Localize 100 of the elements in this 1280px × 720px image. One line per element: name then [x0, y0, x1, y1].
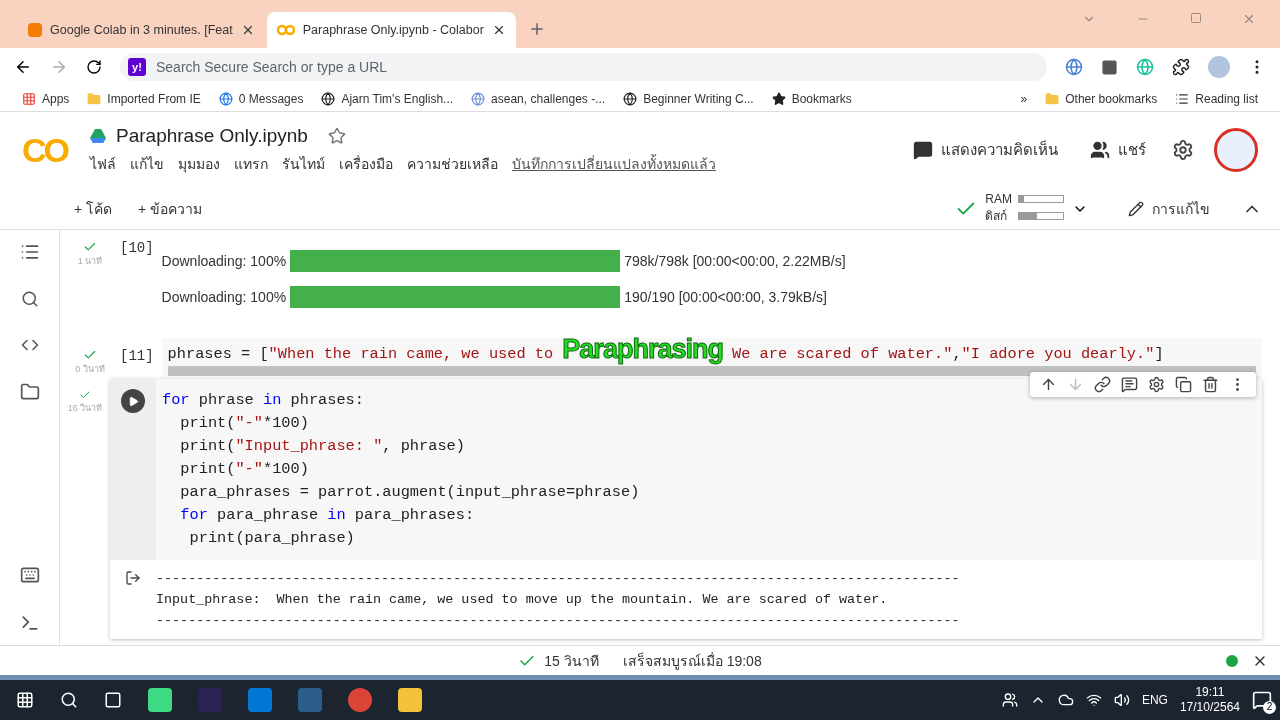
code-token: *100)	[263, 414, 309, 432]
bookmark-link[interactable]: Ajarn Tim's English...	[321, 91, 454, 106]
code-token: "-"	[235, 414, 263, 432]
globe-icon	[471, 91, 486, 106]
delete-icon[interactable]	[1202, 376, 1219, 393]
bookmark-link[interactable]: Beginner Writing C...	[623, 91, 754, 106]
play-icon	[127, 395, 139, 407]
comment-icon	[913, 140, 933, 160]
address-bar[interactable]: y! Search Secure Search or type a URL	[120, 53, 1047, 81]
clock[interactable]: 19:11 17/10/2564	[1179, 685, 1240, 715]
people-icon	[1090, 140, 1110, 160]
code-token: "When the rain came, we used to	[268, 345, 555, 363]
search-engine-icon: y!	[128, 58, 146, 76]
add-code-button[interactable]: + โค้ด	[68, 196, 119, 221]
star-icon[interactable]	[327, 127, 346, 145]
bookmark-link[interactable]: Apps	[22, 91, 70, 106]
output-icon[interactable]	[125, 570, 141, 586]
code-token: *100)	[263, 460, 309, 478]
cell-number: [11]	[120, 347, 155, 366]
comment-icon[interactable]	[1121, 376, 1138, 393]
search-icon[interactable]	[60, 691, 78, 709]
check-icon	[83, 240, 97, 254]
logo-icon	[276, 24, 295, 36]
notebook-title[interactable]: Paraphrase Only.ipynb	[116, 125, 308, 147]
bookmark-link[interactable]: Other bookmarks	[1045, 91, 1158, 106]
more-bookmarks-chevron[interactable]: »	[1020, 91, 1028, 106]
video-title-overlay: Paraphrasing	[562, 334, 723, 364]
volume-icon[interactable]	[1113, 692, 1130, 708]
back-icon[interactable]	[14, 58, 32, 76]
save-status-link[interactable]: บันทึกการเปลี่ยนแปลงทั้งหมดแล้ว	[512, 153, 716, 175]
edit-mode-button[interactable]: การแก้ไข	[1122, 196, 1216, 221]
folder-icon[interactable]	[19, 382, 40, 402]
people-icon[interactable]	[1001, 692, 1018, 708]
code-token: ]	[1154, 345, 1164, 363]
output-line: ----------------------------------------------------------------------------------------------------	[156, 570, 960, 588]
notification-count: 2	[1263, 701, 1276, 714]
folder-icon	[87, 91, 102, 106]
add-text-button[interactable]: + ข้อความ	[132, 196, 209, 221]
settings-icon[interactable]	[1172, 139, 1194, 161]
drive-icon	[90, 129, 106, 143]
start-icon[interactable]	[16, 691, 34, 709]
run-time: 1 นาที	[76, 255, 104, 268]
run-time: 16 วินาที	[66, 402, 104, 415]
settings-icon[interactable]	[1148, 376, 1165, 393]
app-icon[interactable]	[348, 688, 372, 712]
search-icon[interactable]	[20, 290, 39, 308]
bookmark-link[interactable]: Imported From IE	[87, 91, 201, 106]
run-time: 0 วินาที	[74, 363, 106, 376]
reload-icon[interactable]	[86, 59, 102, 75]
code-token: para_phrases:	[353, 506, 475, 524]
site-icon	[28, 23, 42, 37]
bookmark-link[interactable]: Bookmarks	[771, 91, 852, 106]
browser-tab[interactable]: Google Colab in 3 minutes. [Feat	[18, 12, 265, 48]
progress-label: Downloading: 100%	[161, 253, 287, 269]
reading-list-link[interactable]: Reading list	[1175, 91, 1258, 106]
menu-item[interactable]: แก้ไข	[130, 153, 164, 175]
mirror-icon[interactable]	[1175, 376, 1192, 393]
move-up-icon[interactable]	[1040, 376, 1057, 393]
link-icon[interactable]	[1094, 376, 1111, 393]
colab-logo: CO	[22, 130, 69, 170]
menu-item[interactable]: แทรก	[234, 153, 268, 175]
resource-meter[interactable]: RAM ดิสก์	[985, 192, 1064, 225]
scrollbar[interactable]	[167, 366, 1256, 376]
code-token: We are scared of water."	[731, 345, 953, 363]
code-token: "Input_phrase: "	[235, 437, 383, 455]
menu-item[interactable]: เครื่องมือ	[339, 153, 393, 175]
output-line: Input_phrase: When the rain came, we used to move up the mountain. We are scared of water.	[156, 591, 889, 609]
task-view-icon[interactable]	[104, 691, 122, 709]
menu-item[interactable]: มุมมอง	[178, 153, 220, 175]
share-button[interactable]: แชร์	[1084, 137, 1152, 163]
code-token: in	[263, 391, 282, 409]
ram-label: RAM	[985, 192, 1012, 206]
cloud-icon[interactable]	[1057, 692, 1074, 708]
contents-icon[interactable]	[19, 242, 40, 262]
wifi-icon[interactable]	[1085, 692, 1102, 708]
code-token: for	[179, 506, 208, 524]
run-button[interactable]	[121, 389, 145, 413]
language-indicator[interactable]: ENG	[1141, 693, 1168, 707]
bookmark-link[interactable]: 0 Messages	[218, 91, 304, 106]
cell-number: [10]	[120, 239, 155, 258]
menu-item[interactable]: รันไทม์	[282, 153, 325, 175]
globe-icon	[218, 91, 233, 106]
bookmark-link[interactable]: asean, challenges -...	[471, 91, 606, 106]
code-token: para_phrases = parrot.augment(input_phrase=phrase)	[179, 483, 640, 501]
menu-item[interactable]: ไฟล์	[90, 153, 116, 175]
globe-icon	[623, 91, 638, 106]
code-token: in	[327, 506, 346, 524]
extensions-icon[interactable]	[1172, 58, 1190, 76]
browser-tab[interactable]: Paraphrase Only.ipynb - Colabor	[266, 12, 516, 48]
progress-info: 798k/798k [00:00<00:00, 2.22MB/s]	[624, 253, 846, 269]
comment-button[interactable]: แสดงความคิดเห็น	[907, 137, 1064, 163]
profile-avatar[interactable]	[1214, 128, 1258, 172]
code-token: phrases:	[289, 391, 364, 409]
menu-item[interactable]: ความช่วยเหลือ	[407, 153, 498, 175]
keyboard-icon[interactable]	[19, 565, 40, 585]
globe-icon	[321, 91, 336, 106]
code-token: print(	[179, 460, 236, 478]
code-token: phrases = [	[167, 345, 269, 363]
notification-icon[interactable]	[1252, 690, 1272, 710]
code-token: for	[162, 391, 190, 409]
